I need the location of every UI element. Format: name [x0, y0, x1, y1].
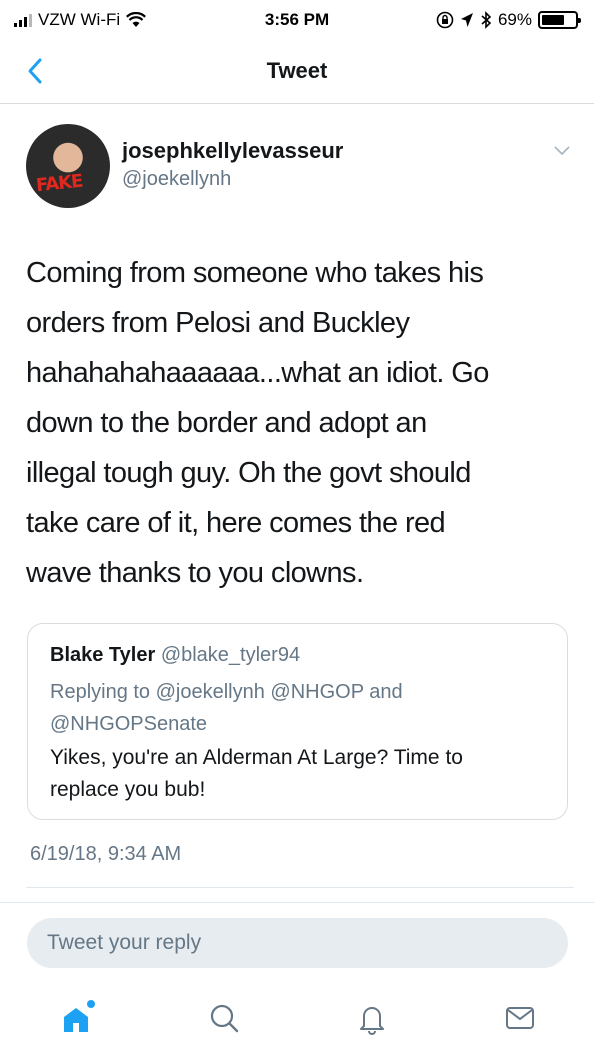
quoted-tweet-card[interactable]: Blake Tyler @blake_tyler94 Replying to @… [27, 623, 568, 820]
quoted-tweet-name: Blake Tyler [50, 644, 156, 666]
status-bar: VZW Wi-Fi 3:56 PM 69% [0, 0, 594, 40]
status-right: 69% [436, 10, 581, 30]
quoted-tweet-replying-to: Replying to @joekellynh @NHGOP and @NHGO… [50, 681, 403, 735]
notifications-icon [360, 1007, 384, 1035]
messages-icon [506, 1007, 534, 1029]
quoted-tweet-text: Yikes, you're an Alderman At Large? Time… [50, 746, 463, 801]
location-icon [460, 13, 473, 27]
quoted-tweet-handle: @blake_tyler94 [160, 644, 301, 666]
battery-icon [538, 11, 581, 29]
chevron-left-icon [28, 58, 42, 84]
quoted-tweet-header: Blake Tyler @blake_tyler94 [50, 644, 300, 667]
tweet-timestamp: 6/19/18, 9:34 AM [30, 843, 182, 865]
back-button[interactable] [22, 54, 52, 88]
chevron-down-icon [554, 146, 570, 156]
bluetooth-icon [481, 11, 492, 29]
page-title: Tweet [266, 58, 328, 83]
avatar[interactable]: FAKE [26, 124, 110, 208]
tab-bar [0, 990, 594, 1057]
tab-notifications[interactable] [350, 996, 394, 1040]
tweet-options-button[interactable] [552, 144, 572, 158]
reply-bar [27, 918, 568, 968]
lock-rotation-icon [436, 11, 454, 29]
battery-level [542, 15, 565, 25]
avatar-fake-stamp: FAKE [35, 170, 84, 197]
display-name[interactable]: josephkellylevasseur [122, 138, 343, 164]
tab-messages[interactable] [498, 996, 542, 1040]
battery-percent: 69% [497, 10, 532, 29]
reply-input[interactable] [47, 918, 547, 968]
tweet-text: Coming from someone who takes his orders… [26, 257, 489, 589]
search-icon [210, 1004, 239, 1033]
home-icon [64, 1000, 95, 1032]
tab-home[interactable] [54, 996, 98, 1040]
nav-bar: Tweet [0, 40, 594, 104]
user-handle[interactable]: @joekellynh [122, 168, 231, 191]
divider [26, 887, 574, 888]
divider [0, 902, 594, 903]
tab-search[interactable] [202, 996, 246, 1040]
